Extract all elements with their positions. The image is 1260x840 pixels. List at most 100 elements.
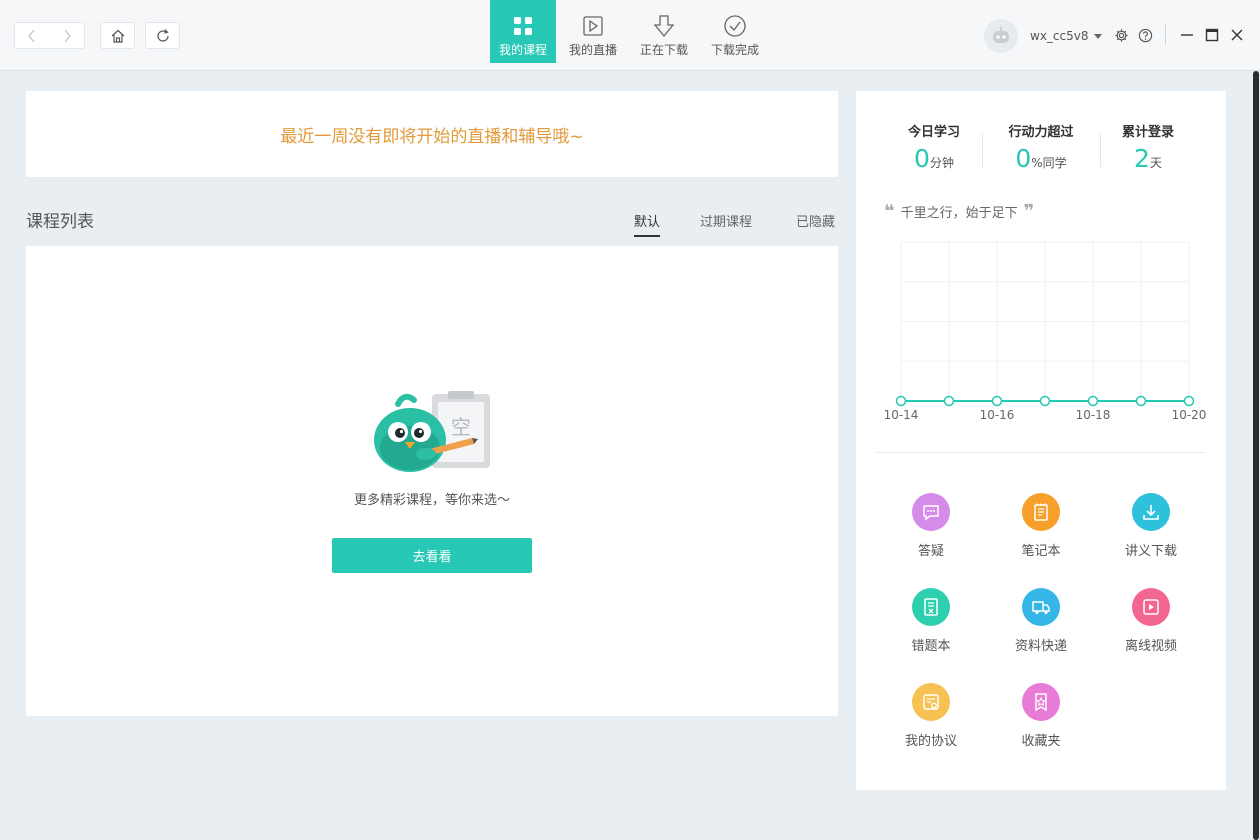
tool-circle[interactable] — [912, 588, 950, 626]
close-button[interactable] — [1229, 27, 1245, 43]
gear-icon — [1114, 28, 1129, 43]
tool-label: 我的协议 — [881, 730, 981, 749]
study-time-chart: 10-1410-1610-1810-20 — [876, 236, 1206, 426]
tool-video[interactable]: 离线视频 — [1101, 588, 1201, 654]
tool-circle[interactable] — [912, 493, 950, 531]
maximize-icon — [1205, 28, 1219, 42]
x-tick-label: 10-16 — [980, 408, 1015, 422]
stat-unit: %同学 — [1031, 156, 1066, 170]
home-button[interactable] — [100, 22, 135, 49]
study-sidebar: 今日学习 0分钟 行动力超过 0%同学 累计登录 2天 ❝ 千里之行，始于足下 … — [856, 91, 1226, 790]
x-tick-label: 10-14 — [884, 408, 919, 422]
tool-download[interactable]: 讲义下载 — [1101, 493, 1201, 559]
tab-my-live[interactable]: 我的直播 — [559, 0, 627, 63]
help-icon — [1138, 28, 1153, 43]
vertical-scrollbar[interactable] — [1252, 71, 1260, 840]
data-point — [1089, 397, 1098, 406]
tool-chat[interactable]: 答疑 — [881, 493, 981, 559]
tool-notebook[interactable]: 笔记本 — [991, 493, 1091, 559]
stat-divider — [982, 133, 983, 167]
tool-label: 资料快递 — [991, 635, 1091, 654]
data-point — [897, 397, 906, 406]
help-button[interactable] — [1137, 27, 1153, 43]
tab-label: 正在下载 — [640, 41, 688, 58]
username[interactable]: wx_cc5v8 — [1030, 29, 1088, 43]
stat-value: 2 — [1134, 144, 1150, 173]
course-list-panel: 空 更多精彩课程，等你来选～ 去看看 — [26, 246, 838, 716]
avatar[interactable] — [984, 19, 1018, 53]
minimize-icon — [1180, 28, 1194, 42]
favorite-icon — [1030, 691, 1052, 713]
video-icon — [1140, 596, 1162, 618]
course-list-title: 课程列表 — [26, 207, 94, 232]
stat-label: 累计登录 — [1093, 121, 1203, 140]
tool-circle[interactable] — [1022, 588, 1060, 626]
refresh-button[interactable] — [145, 22, 180, 49]
chevron-left-icon — [27, 29, 37, 43]
close-icon — [1230, 28, 1244, 42]
tool-agreement[interactable]: 我的协议 — [881, 683, 981, 749]
minimize-button[interactable] — [1179, 27, 1195, 43]
quote-open-icon: ❝ — [884, 201, 895, 222]
stat-value: 0 — [1015, 144, 1031, 173]
tool-circle[interactable] — [1132, 588, 1170, 626]
tool-label: 答疑 — [881, 540, 981, 559]
live-notice-banner: 最近一周没有即将开始的直播和辅导哦~ — [26, 91, 838, 177]
stat-value: 0 — [914, 144, 930, 173]
forward-button[interactable] — [50, 23, 85, 48]
quote-text: 千里之行，始于足下 — [901, 202, 1018, 221]
stat-action-rank: 行动力超过 0%同学 — [986, 121, 1096, 178]
browse-courses-button[interactable]: 去看看 — [332, 538, 532, 573]
empty-badge: 空 — [451, 415, 471, 439]
maximize-button[interactable] — [1204, 27, 1220, 43]
home-icon — [110, 28, 126, 44]
tool-circle[interactable] — [1022, 683, 1060, 721]
stat-unit: 天 — [1150, 156, 1162, 170]
tool-circle[interactable] — [912, 683, 950, 721]
live-icon — [582, 15, 604, 37]
robot-avatar-icon — [990, 25, 1012, 47]
download-arrow-icon — [653, 14, 675, 38]
tool-circle[interactable] — [1022, 493, 1060, 531]
data-point — [1041, 397, 1050, 406]
check-circle-icon — [723, 14, 747, 38]
truck-icon — [1030, 596, 1052, 618]
tab-downloading[interactable]: 正在下载 — [630, 0, 698, 63]
tab-download-complete[interactable]: 下载完成 — [701, 0, 769, 63]
back-button[interactable] — [15, 23, 50, 48]
download-icon — [1140, 501, 1162, 523]
filter-hidden[interactable]: 已隐藏 — [796, 211, 835, 230]
data-point — [1137, 397, 1146, 406]
motto-quote: ❝ 千里之行，始于足下 ❞ — [884, 201, 1034, 222]
filter-default[interactable]: 默认 — [634, 211, 660, 237]
grid-icon — [512, 15, 534, 37]
tool-label: 收藏夹 — [991, 730, 1091, 749]
refresh-icon — [155, 28, 171, 44]
stat-label: 今日学习 — [879, 121, 989, 140]
tab-label: 我的课程 — [499, 41, 547, 58]
titlebar-divider — [1165, 25, 1166, 45]
section-divider — [876, 452, 1206, 453]
tool-error-book[interactable]: 错题本 — [881, 588, 981, 654]
tool-circle[interactable] — [1132, 493, 1170, 531]
data-point — [945, 397, 954, 406]
tab-my-courses[interactable]: 我的课程 — [490, 0, 556, 63]
history-nav — [14, 22, 85, 49]
filter-expired[interactable]: 过期课程 — [700, 211, 752, 230]
stat-label: 行动力超过 — [986, 121, 1096, 140]
tool-label: 离线视频 — [1101, 635, 1201, 654]
quote-close-icon: ❞ — [1024, 201, 1035, 222]
tool-label: 错题本 — [881, 635, 981, 654]
stat-total-logins: 累计登录 2天 — [1093, 121, 1203, 178]
scrollbar-thumb[interactable] — [1253, 71, 1259, 840]
tab-label: 下载完成 — [711, 41, 759, 58]
chevron-down-icon[interactable] — [1094, 34, 1102, 39]
tool-truck[interactable]: 资料快递 — [991, 588, 1091, 654]
tool-favorite[interactable]: 收藏夹 — [991, 683, 1091, 749]
user-menu[interactable]: wx_cc5v8 — [984, 19, 1102, 53]
stat-today-study: 今日学习 0分钟 — [879, 121, 989, 178]
notebook-icon — [1030, 501, 1052, 523]
main-tabs: 我的课程 我的直播 正在下载 下载完成 — [490, 0, 772, 63]
settings-button[interactable] — [1113, 27, 1129, 43]
notice-text: 最近一周没有即将开始的直播和辅导哦~ — [280, 122, 583, 147]
